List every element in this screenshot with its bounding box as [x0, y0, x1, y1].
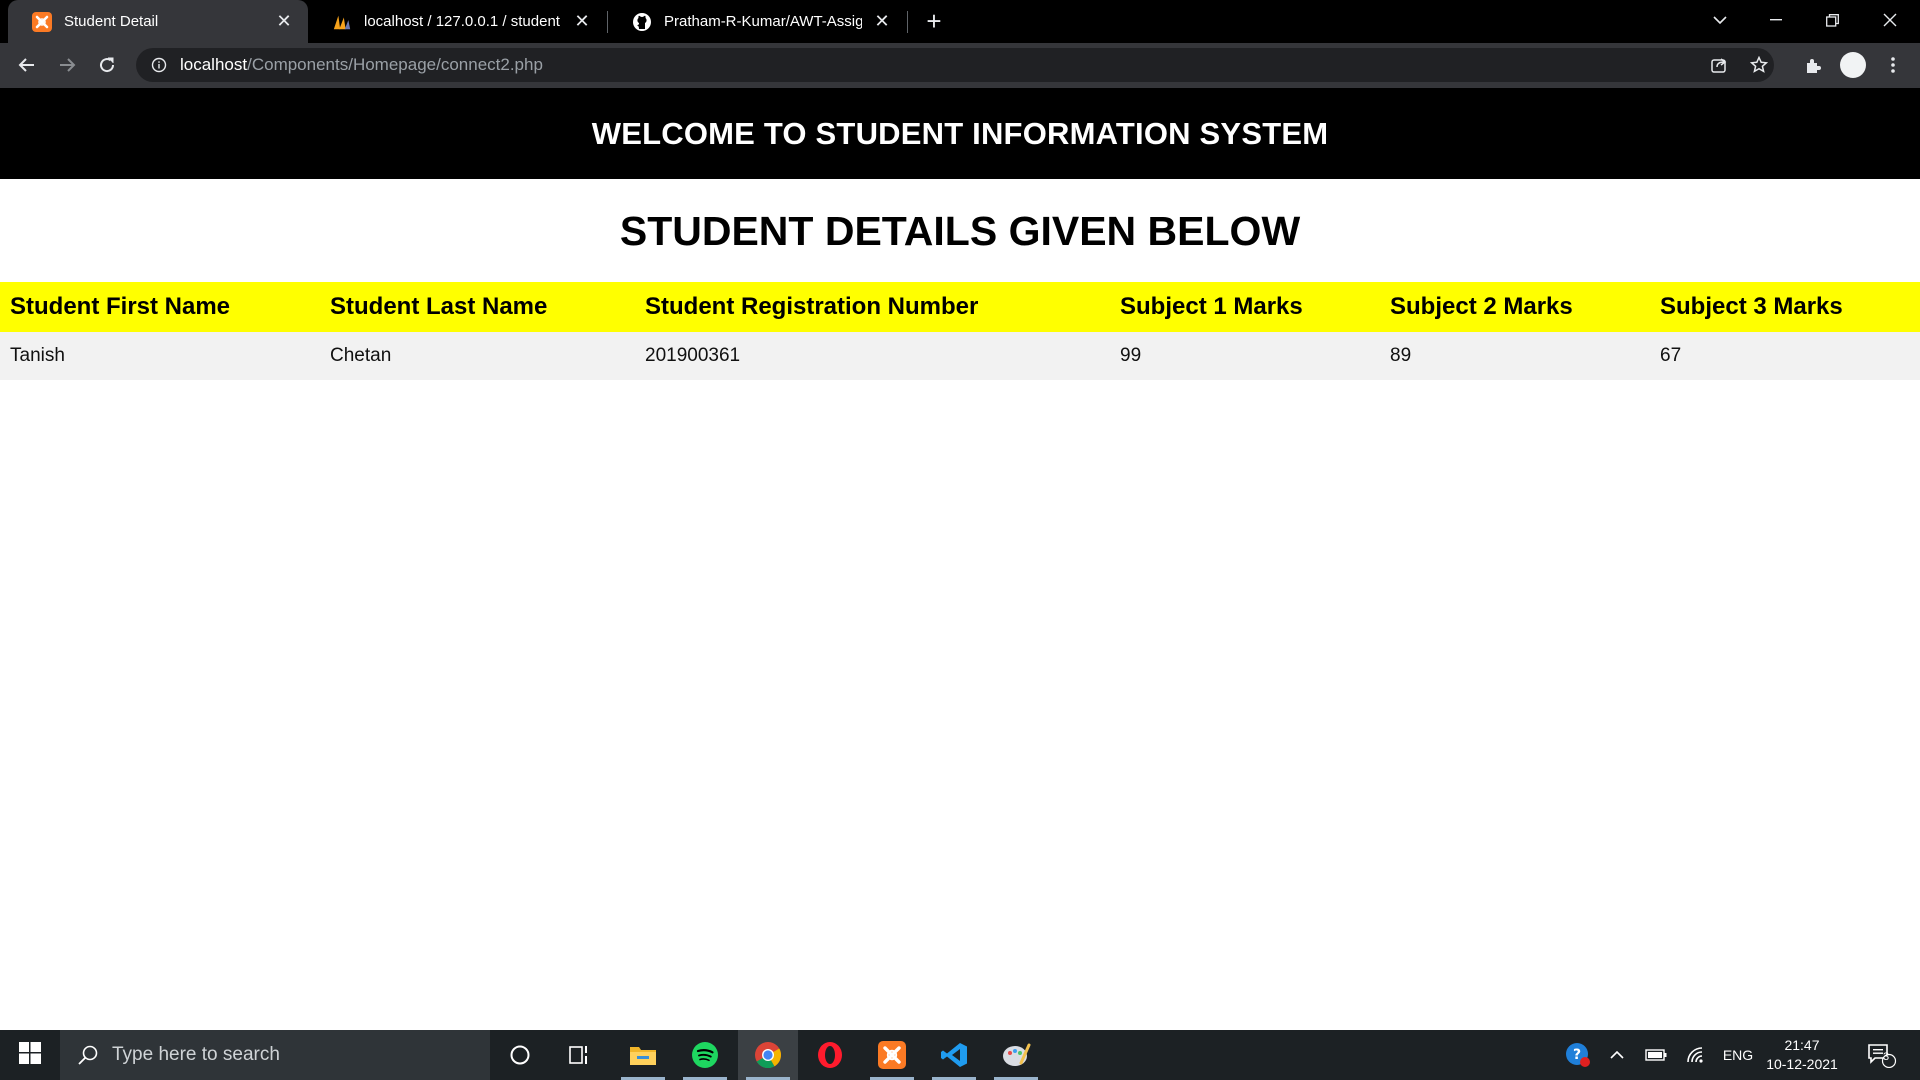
cell-subject-3-marks: 67 [1650, 332, 1920, 380]
window-close-icon[interactable] [1862, 0, 1918, 40]
cell-first-name: Tanish [0, 332, 320, 380]
column-header-subject-2-marks: Subject 2 Marks [1380, 282, 1650, 332]
avatar [1840, 52, 1866, 78]
site-info-icon[interactable] [150, 56, 168, 74]
student-table: Student First Name Student Last Name Stu… [0, 282, 1920, 380]
tab-phpmyadmin[interactable]: localhost / 127.0.0.1 / student / in ✕ [308, 0, 606, 43]
spotify-icon[interactable] [675, 1030, 735, 1080]
notification-center-icon[interactable]: 3 [1862, 1030, 1902, 1080]
file-explorer-icon[interactable] [613, 1030, 673, 1080]
cortana-icon[interactable] [490, 1030, 550, 1080]
url-host: localhost [180, 55, 248, 74]
tab-github[interactable]: Pratham-R-Kumar/AWT-Assignm ✕ [608, 0, 906, 43]
bookmark-star-icon[interactable] [1747, 53, 1771, 77]
vscode-icon[interactable] [924, 1030, 984, 1080]
phpmyadmin-icon [332, 12, 352, 32]
forward-icon[interactable] [51, 49, 83, 81]
column-header-registration-number: Student Registration Number [635, 282, 1110, 332]
windows-logo-icon [19, 1041, 41, 1069]
xampp-icon [32, 11, 52, 32]
cell-subject-1-marks: 99 [1110, 332, 1380, 380]
share-icon[interactable] [1707, 53, 1731, 77]
site-header: WELCOME TO STUDENT INFORMATION SYSTEM [0, 88, 1920, 179]
page-title: STUDENT DETAILS GIVEN BELOW [619, 208, 1301, 254]
url-path: /Components/Homepage/connect2.php [247, 55, 543, 74]
address-bar[interactable]: localhost/Components/Homepage/connect2.p… [136, 48, 1774, 82]
taskbar-search-box[interactable]: Type here to search [60, 1030, 490, 1080]
clock-time: 21:47 [1784, 1037, 1820, 1053]
url-text: localhost/Components/Homepage/connect2.p… [180, 55, 543, 75]
search-icon [76, 1043, 100, 1067]
chrome-icon[interactable] [738, 1030, 798, 1080]
site-title: WELCOME TO STUDENT INFORMATION SYSTEM [591, 115, 1329, 151]
notification-count-badge: 3 [1882, 1051, 1890, 1063]
menu-icon[interactable] [1877, 49, 1909, 81]
browser-tab-bar: Student Detail ✕ localhost / 127.0.0.1 /… [0, 0, 1920, 43]
tab-search-icon[interactable] [1692, 0, 1748, 40]
close-icon[interactable]: ✕ [272, 10, 296, 34]
column-header-first-name: Student First Name [0, 282, 320, 332]
tab-title: Student Detail [64, 13, 159, 30]
paint-icon[interactable] [986, 1030, 1046, 1080]
help-icon[interactable]: ? [1562, 1030, 1594, 1080]
column-header-subject-3-marks: Subject 3 Marks [1650, 282, 1920, 332]
start-button[interactable] [0, 1030, 60, 1080]
search-placeholder: Type here to search [112, 1044, 280, 1065]
extensions-icon[interactable] [1797, 49, 1829, 81]
language-indicator[interactable]: ENG [1718, 1030, 1758, 1080]
tab-divider [907, 11, 908, 33]
xampp-icon[interactable] [862, 1030, 922, 1080]
table-row: Tanish Chetan 201900361 99 89 67 [0, 332, 1920, 380]
tab-title: localhost / 127.0.0.1 / student / in [364, 13, 562, 30]
cell-last-name: Chetan [320, 332, 635, 380]
tab-student-detail[interactable]: Student Detail ✕ [8, 0, 308, 43]
opera-icon[interactable] [800, 1030, 860, 1080]
clock-date: 10-12-2021 [1766, 1056, 1838, 1072]
minimize-icon[interactable] [1748, 0, 1804, 40]
windows-taskbar: Type here to search ? ENG 21:47 10-12-20… [0, 1030, 1920, 1080]
column-header-last-name: Student Last Name [320, 282, 635, 332]
cell-subject-2-marks: 89 [1380, 332, 1650, 380]
tab-title: Pratham-R-Kumar/AWT-Assignm [664, 13, 862, 30]
chevron-up-icon[interactable] [1602, 1030, 1632, 1080]
close-icon[interactable]: ✕ [870, 10, 894, 34]
restore-icon[interactable] [1804, 0, 1860, 40]
browser-toolbar: localhost/Components/Homepage/connect2.p… [0, 43, 1920, 88]
battery-icon[interactable] [1640, 1030, 1672, 1080]
close-icon[interactable]: ✕ [570, 10, 594, 34]
profile-avatar[interactable] [1837, 49, 1869, 81]
table-header-row: Student First Name Student Last Name Stu… [0, 282, 1920, 332]
back-icon[interactable] [11, 49, 43, 81]
svg-text:?: ? [1573, 1047, 1581, 1063]
task-view-icon[interactable] [550, 1030, 610, 1080]
cell-registration-number: 201900361 [635, 332, 1110, 380]
system-clock[interactable]: 21:47 10-12-2021 [1762, 1036, 1842, 1074]
column-header-subject-1-marks: Subject 1 Marks [1110, 282, 1380, 332]
reload-icon[interactable] [91, 49, 123, 81]
github-icon [632, 12, 652, 32]
new-tab-button[interactable]: + [920, 8, 948, 36]
wifi-icon[interactable] [1680, 1030, 1712, 1080]
